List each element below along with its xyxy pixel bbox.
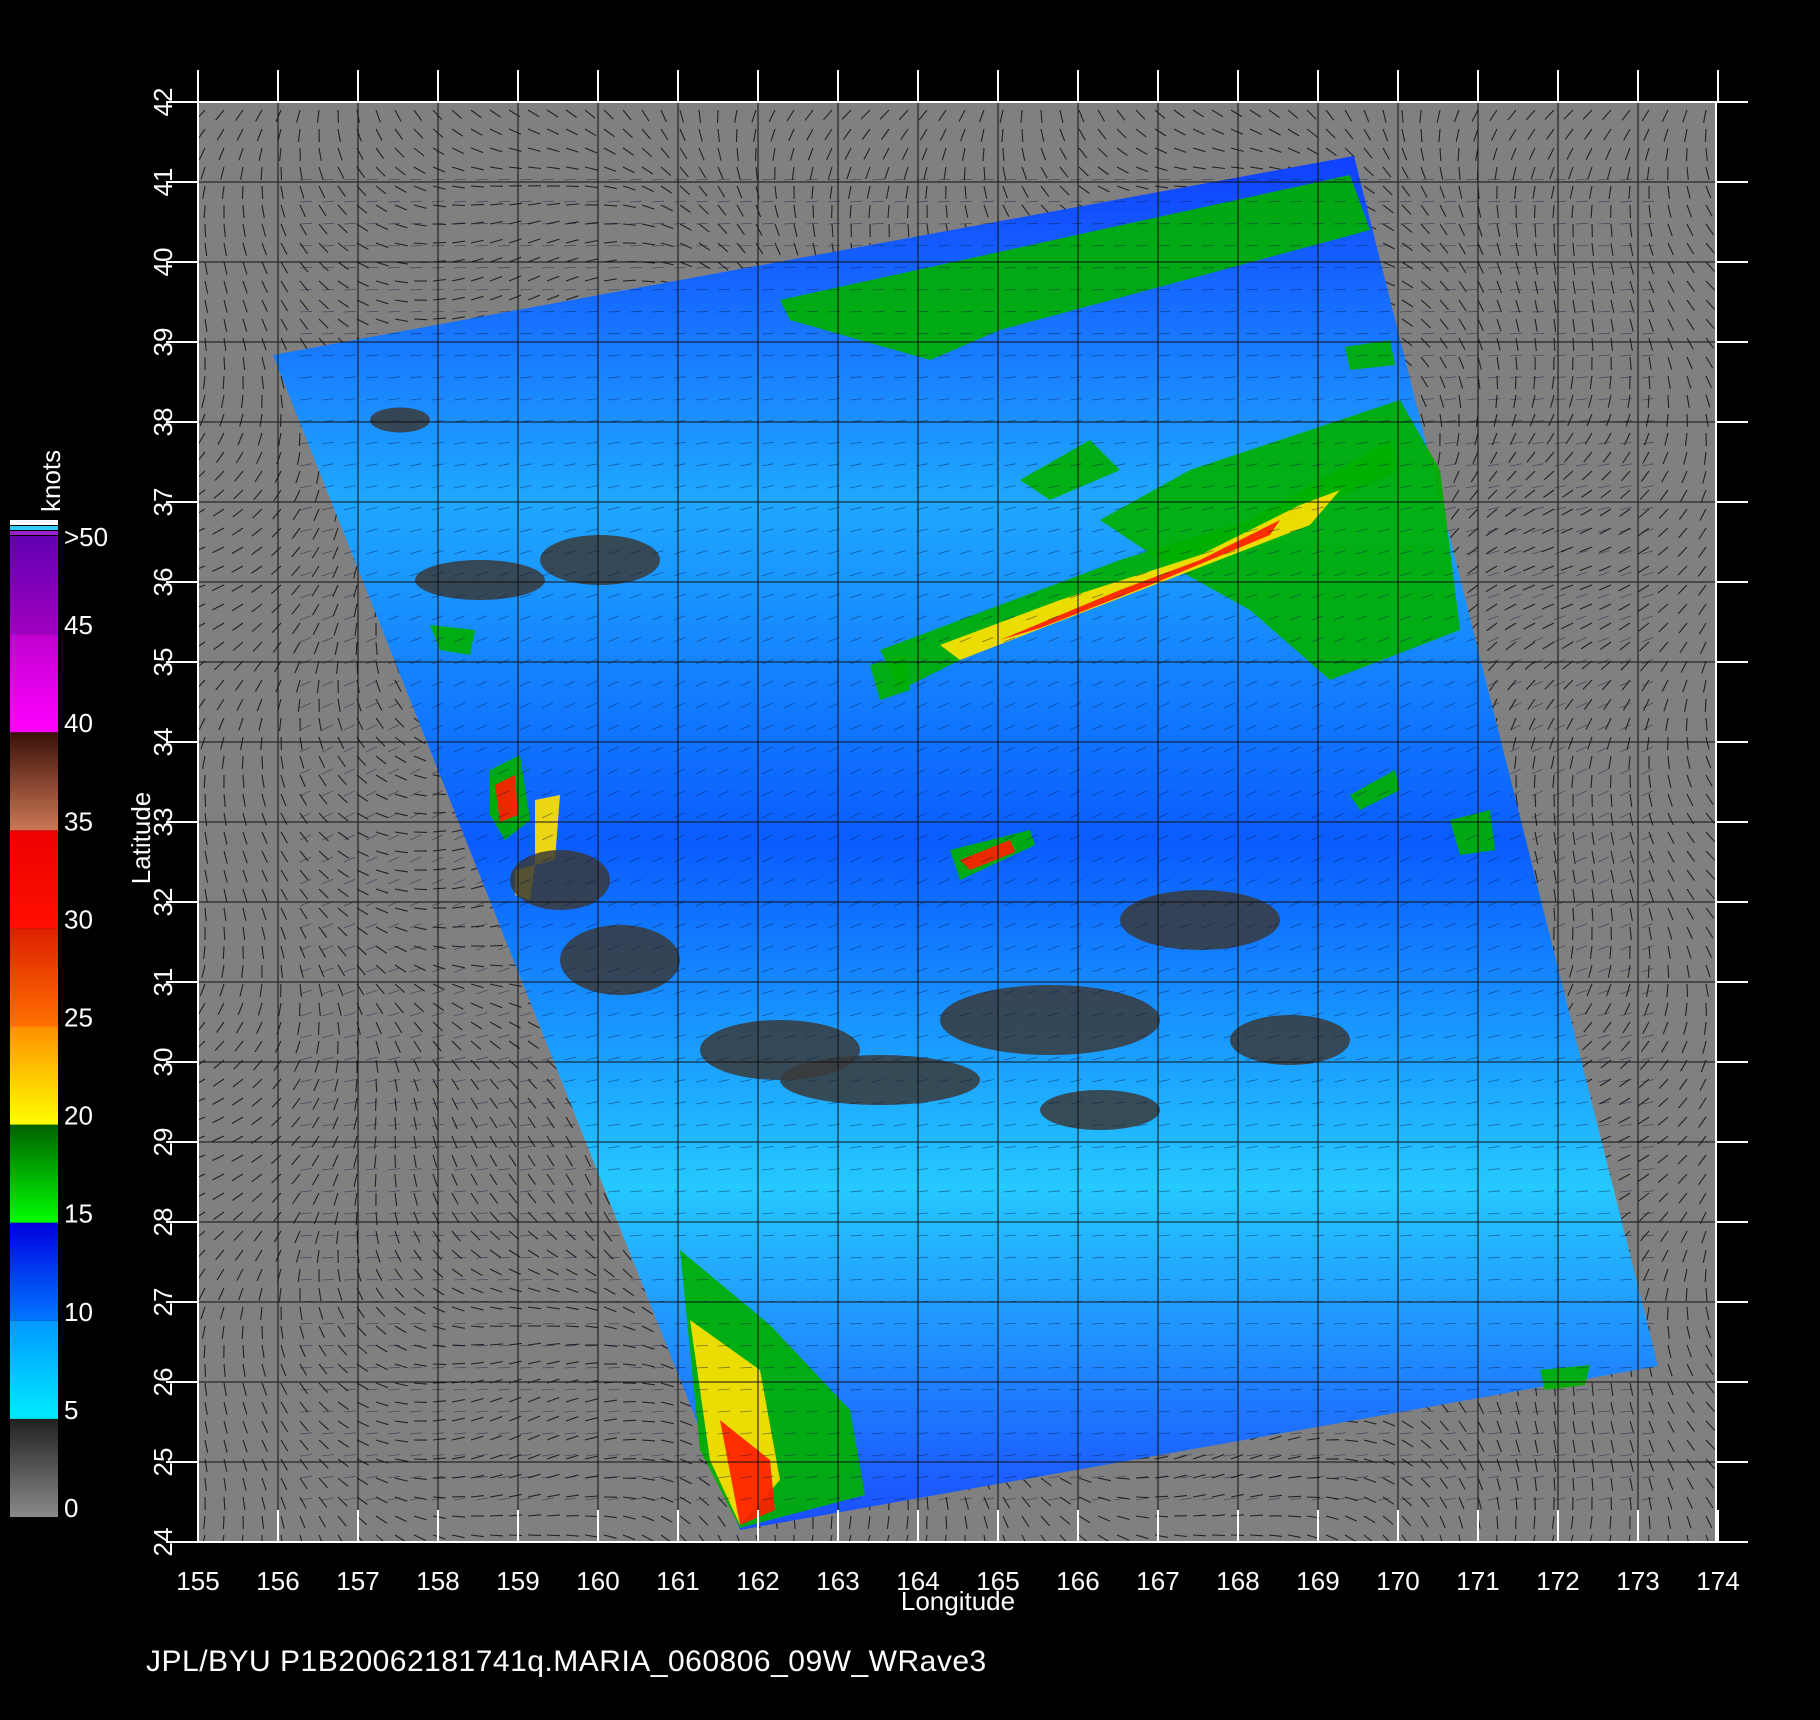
wind-vector [451, 1362, 466, 1365]
wind-vector [280, 166, 283, 181]
wind-vector [432, 241, 447, 244]
wind-vector [222, 945, 225, 960]
wind-map-figure: 155 156 157 158 159 160 161 162 163 164 165 166 167 1… [10, 70, 1748, 1616]
wind-vector [735, 128, 738, 143]
wind-vector [204, 1363, 207, 1378]
wind-vector [394, 1154, 397, 1169]
wind-vector [622, 1438, 637, 1441]
wind-vector [451, 204, 466, 207]
wind-vector [432, 1363, 447, 1366]
wind-vector [204, 223, 207, 238]
wind-vector [204, 793, 207, 808]
wind-vector [489, 1514, 504, 1517]
wind-vector [261, 1325, 264, 1340]
wind-vector [754, 147, 757, 162]
wind-vector [1287, 1495, 1302, 1498]
wind-vector [1154, 1495, 1169, 1498]
wind-vector [298, 1002, 301, 1017]
wind-vector [261, 185, 264, 200]
wind-vector [546, 1534, 561, 1537]
wind-vector [508, 1534, 523, 1537]
wind-vector [812, 204, 815, 219]
wind-vector [222, 1515, 225, 1530]
wind-vector [432, 811, 447, 814]
wind-vector [413, 888, 428, 891]
wind-vector [317, 1021, 320, 1036]
wind-vector [279, 413, 282, 428]
wind-vector [489, 944, 504, 947]
wind-vector [375, 1078, 378, 1093]
wind-vector [241, 755, 244, 770]
wind-vector [223, 356, 226, 371]
map-plot-area: 155 156 157 158 159 160 161 162 163 164 165 166 167 1… [126, 70, 1748, 1616]
wind-vector [622, 1400, 637, 1403]
wind-vector [906, 204, 909, 219]
wind-vector [203, 204, 206, 219]
wind-vector [622, 1477, 637, 1480]
wind-vector [298, 432, 301, 447]
wind-vector [489, 1325, 504, 1328]
wind-vector [1135, 1496, 1150, 1499]
wind-vector [413, 1458, 428, 1461]
wind-vector [945, 1515, 948, 1530]
wind-vector [356, 1230, 359, 1245]
wind-vector [963, 166, 966, 181]
wind-vector [470, 203, 485, 206]
wind-vector [584, 1515, 599, 1518]
wind-vector [261, 755, 264, 770]
wind-vector [565, 185, 580, 188]
wind-vector [241, 185, 244, 200]
wind-vector [716, 109, 719, 124]
wind-vector [1211, 1534, 1226, 1537]
wind-vector [413, 318, 428, 321]
